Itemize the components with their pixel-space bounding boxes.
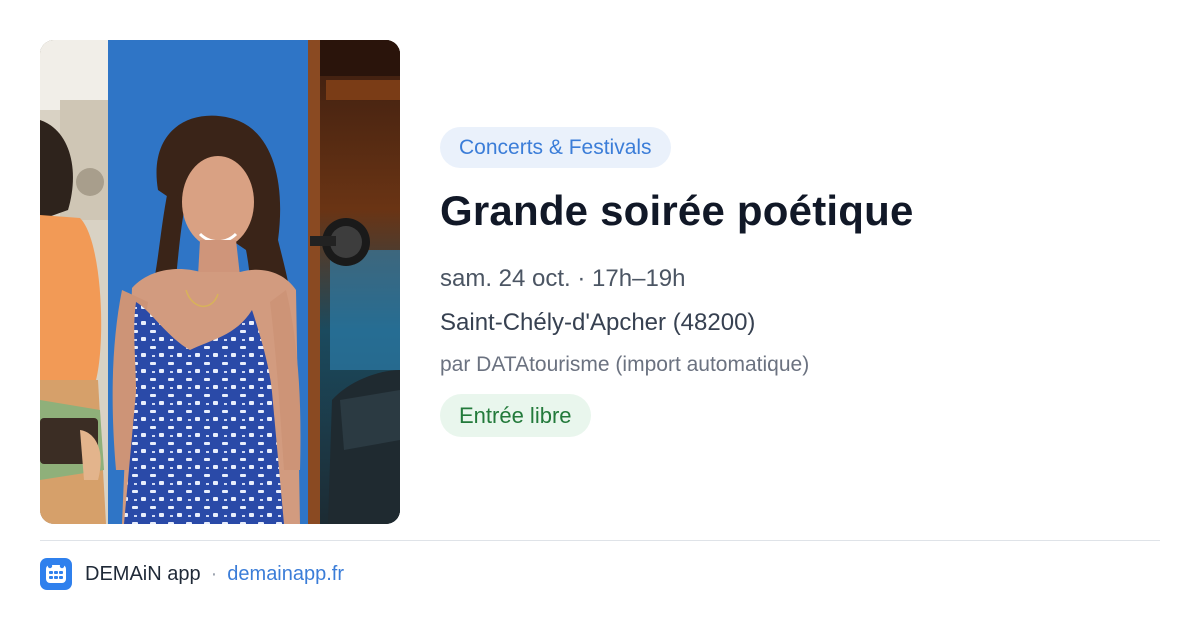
app-name: DEMAiN app [85, 562, 201, 585]
event-title: Grande soirée poétique [440, 187, 914, 234]
footer: DEMAiN app · demainapp.fr [40, 558, 344, 590]
footer-separator: · [210, 562, 218, 585]
category-badge[interactable]: Concerts & Festivals [440, 127, 671, 168]
event-organizer: par DATAtourisme (import automatique) [440, 353, 810, 376]
event-date: sam. 24 oct. · 17h–19h [440, 265, 686, 292]
demain-app-logo-icon [40, 558, 72, 590]
price-badge: Entrée libre [440, 394, 591, 437]
event-location: Saint-Chély-d'Apcher (48200) [440, 309, 756, 336]
footer-divider [40, 540, 1160, 541]
event-image [40, 40, 400, 524]
app-website-link[interactable]: demainapp.fr [227, 563, 344, 586]
